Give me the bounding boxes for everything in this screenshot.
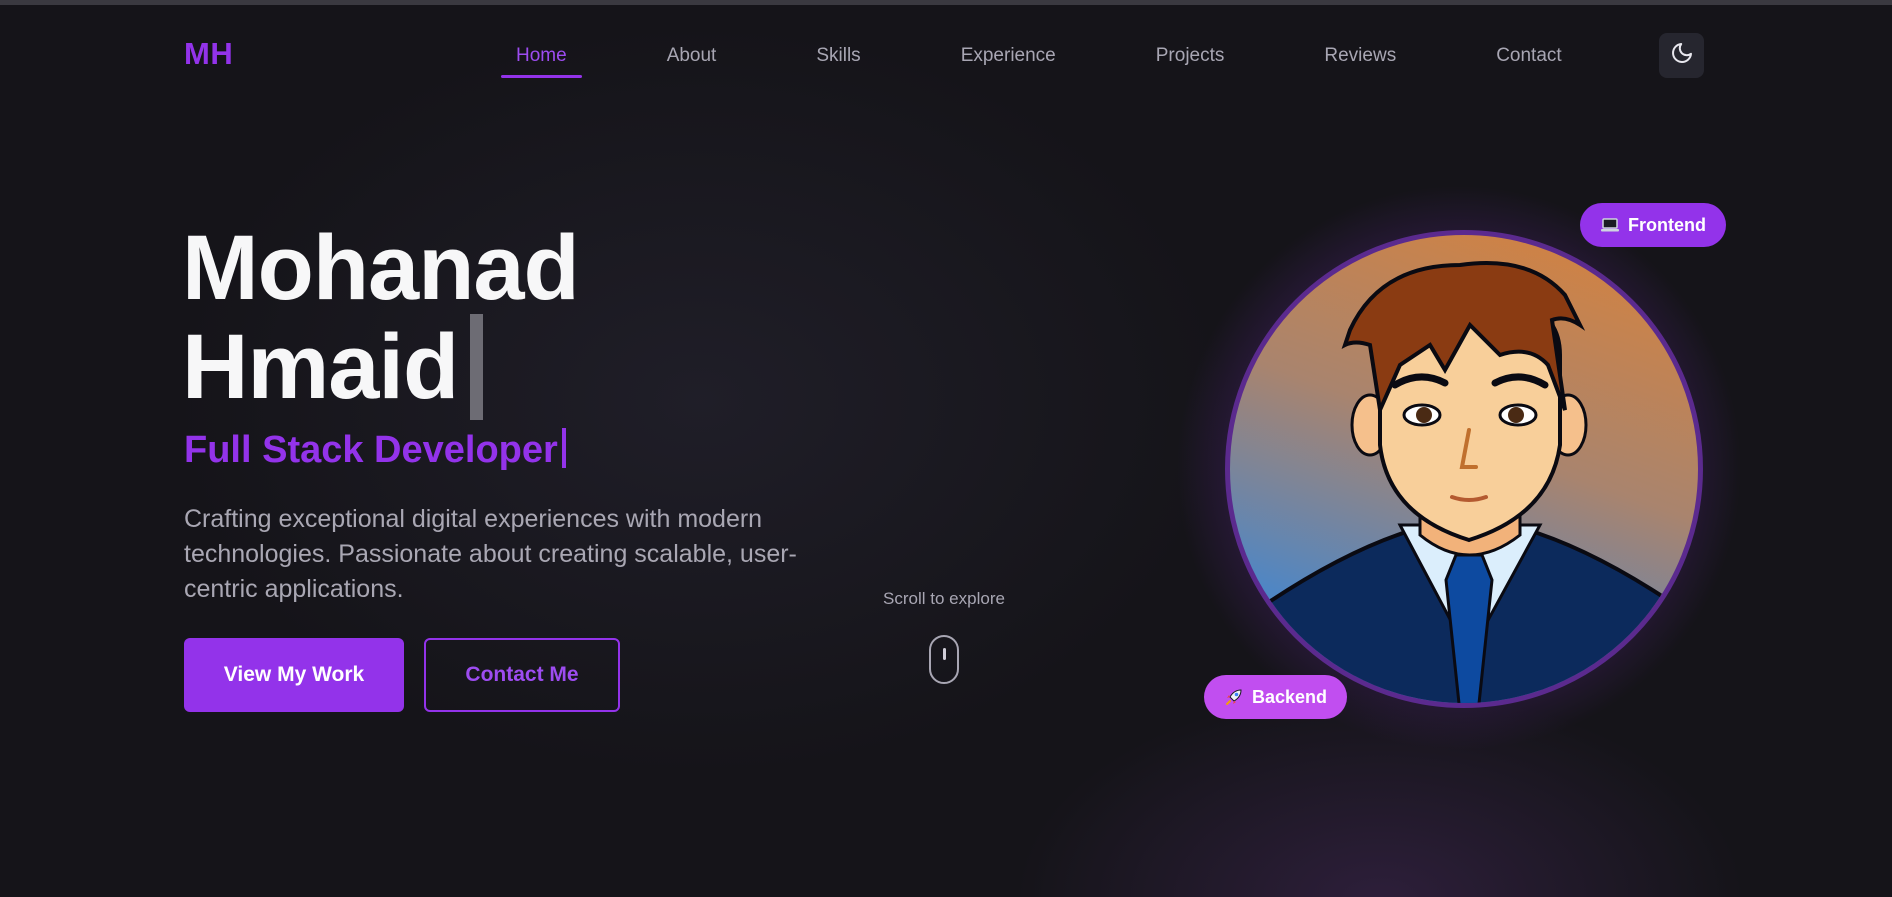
rocket-icon	[1224, 687, 1244, 707]
mouse-wheel	[943, 648, 946, 660]
portfolio-page: MH Home About Skills Experience Projects…	[0, 0, 1892, 897]
nav-item-about[interactable]: About	[652, 44, 732, 78]
backend-badge-label: Backend	[1252, 686, 1328, 707]
view-my-work-button[interactable]: View My Work	[184, 638, 404, 712]
typing-caret	[470, 314, 484, 420]
nav-item-experience[interactable]: Experience	[946, 44, 1071, 78]
hero-name-line2: Hmaid	[182, 314, 579, 420]
moon-icon	[1670, 41, 1694, 70]
nav-item-projects[interactable]: Projects	[1141, 44, 1240, 78]
developer-avatar-illustration	[1225, 230, 1703, 708]
nav-item-contact[interactable]: Contact	[1481, 44, 1576, 78]
hero-first-name: Mohanad	[182, 217, 580, 319]
logo[interactable]: MH	[184, 36, 233, 72]
nav-item-home[interactable]: Home	[501, 44, 582, 78]
avatar-illustration-svg	[1239, 261, 1698, 703]
backend-badge: Backend	[1204, 675, 1348, 719]
frontend-badge: Frontend	[1580, 203, 1726, 247]
main-nav: Home About Skills Experience Projects Re…	[501, 44, 1647, 78]
scroll-hint-text: Scroll to explore	[883, 589, 1005, 608]
mouse-icon[interactable]	[929, 635, 959, 684]
hero-last-name: Hmaid	[182, 316, 459, 418]
hero-name: Mohanad Hmaid	[182, 217, 580, 420]
role-typing-caret	[561, 428, 566, 468]
hero-description: Crafting exceptional digital experiences…	[184, 505, 797, 603]
contact-me-button[interactable]: Contact Me	[424, 638, 620, 712]
window-top-border	[0, 0, 1892, 5]
hero-role: Full Stack Developer	[184, 428, 566, 472]
theme-toggle-button[interactable]	[1659, 33, 1704, 78]
laptop-icon	[1600, 217, 1620, 233]
nav-item-reviews[interactable]: Reviews	[1309, 44, 1411, 78]
hero-role-text: Full Stack Developer	[184, 429, 558, 471]
nav-item-skills[interactable]: Skills	[801, 44, 875, 78]
frontend-badge-label: Frontend	[1628, 214, 1706, 235]
